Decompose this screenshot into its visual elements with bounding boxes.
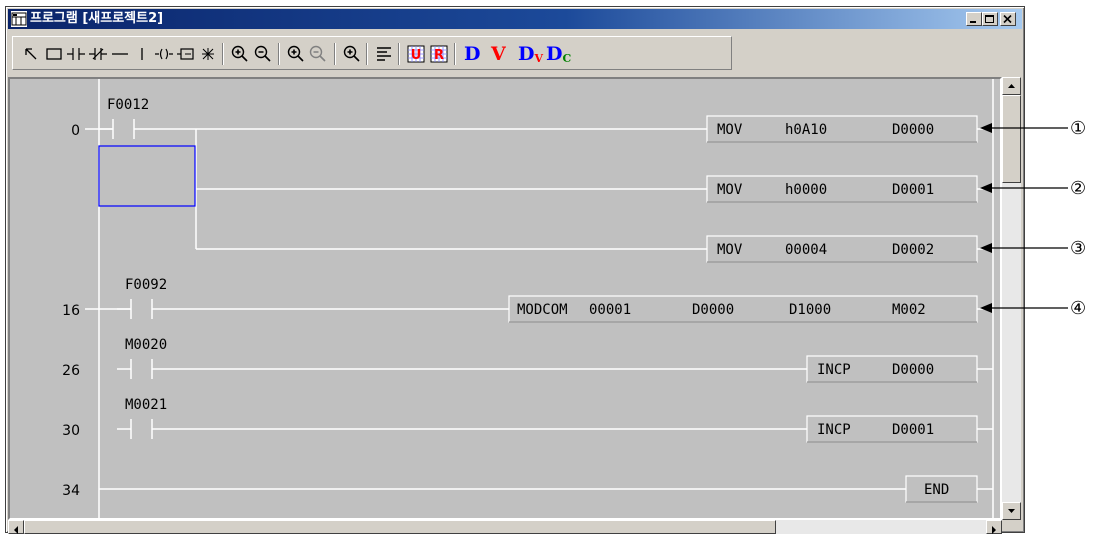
callout-number: ② — [1070, 178, 1086, 199]
callout-arrowhead — [980, 123, 992, 133]
callout-arrowhead — [980, 243, 992, 253]
callout-number: ① — [1070, 118, 1086, 139]
callout-3: ③ — [980, 238, 1086, 259]
callout-arrowhead — [980, 303, 992, 313]
callout-2: ② — [980, 178, 1086, 199]
callout-1: ① — [980, 118, 1086, 139]
callout-number: ③ — [1070, 238, 1086, 259]
callout-number: ④ — [1070, 298, 1086, 319]
callout-layer: ① ② ③ ④ — [980, 118, 1086, 319]
callout-arrowhead — [980, 183, 992, 193]
callout-1: ④ — [980, 298, 1086, 319]
